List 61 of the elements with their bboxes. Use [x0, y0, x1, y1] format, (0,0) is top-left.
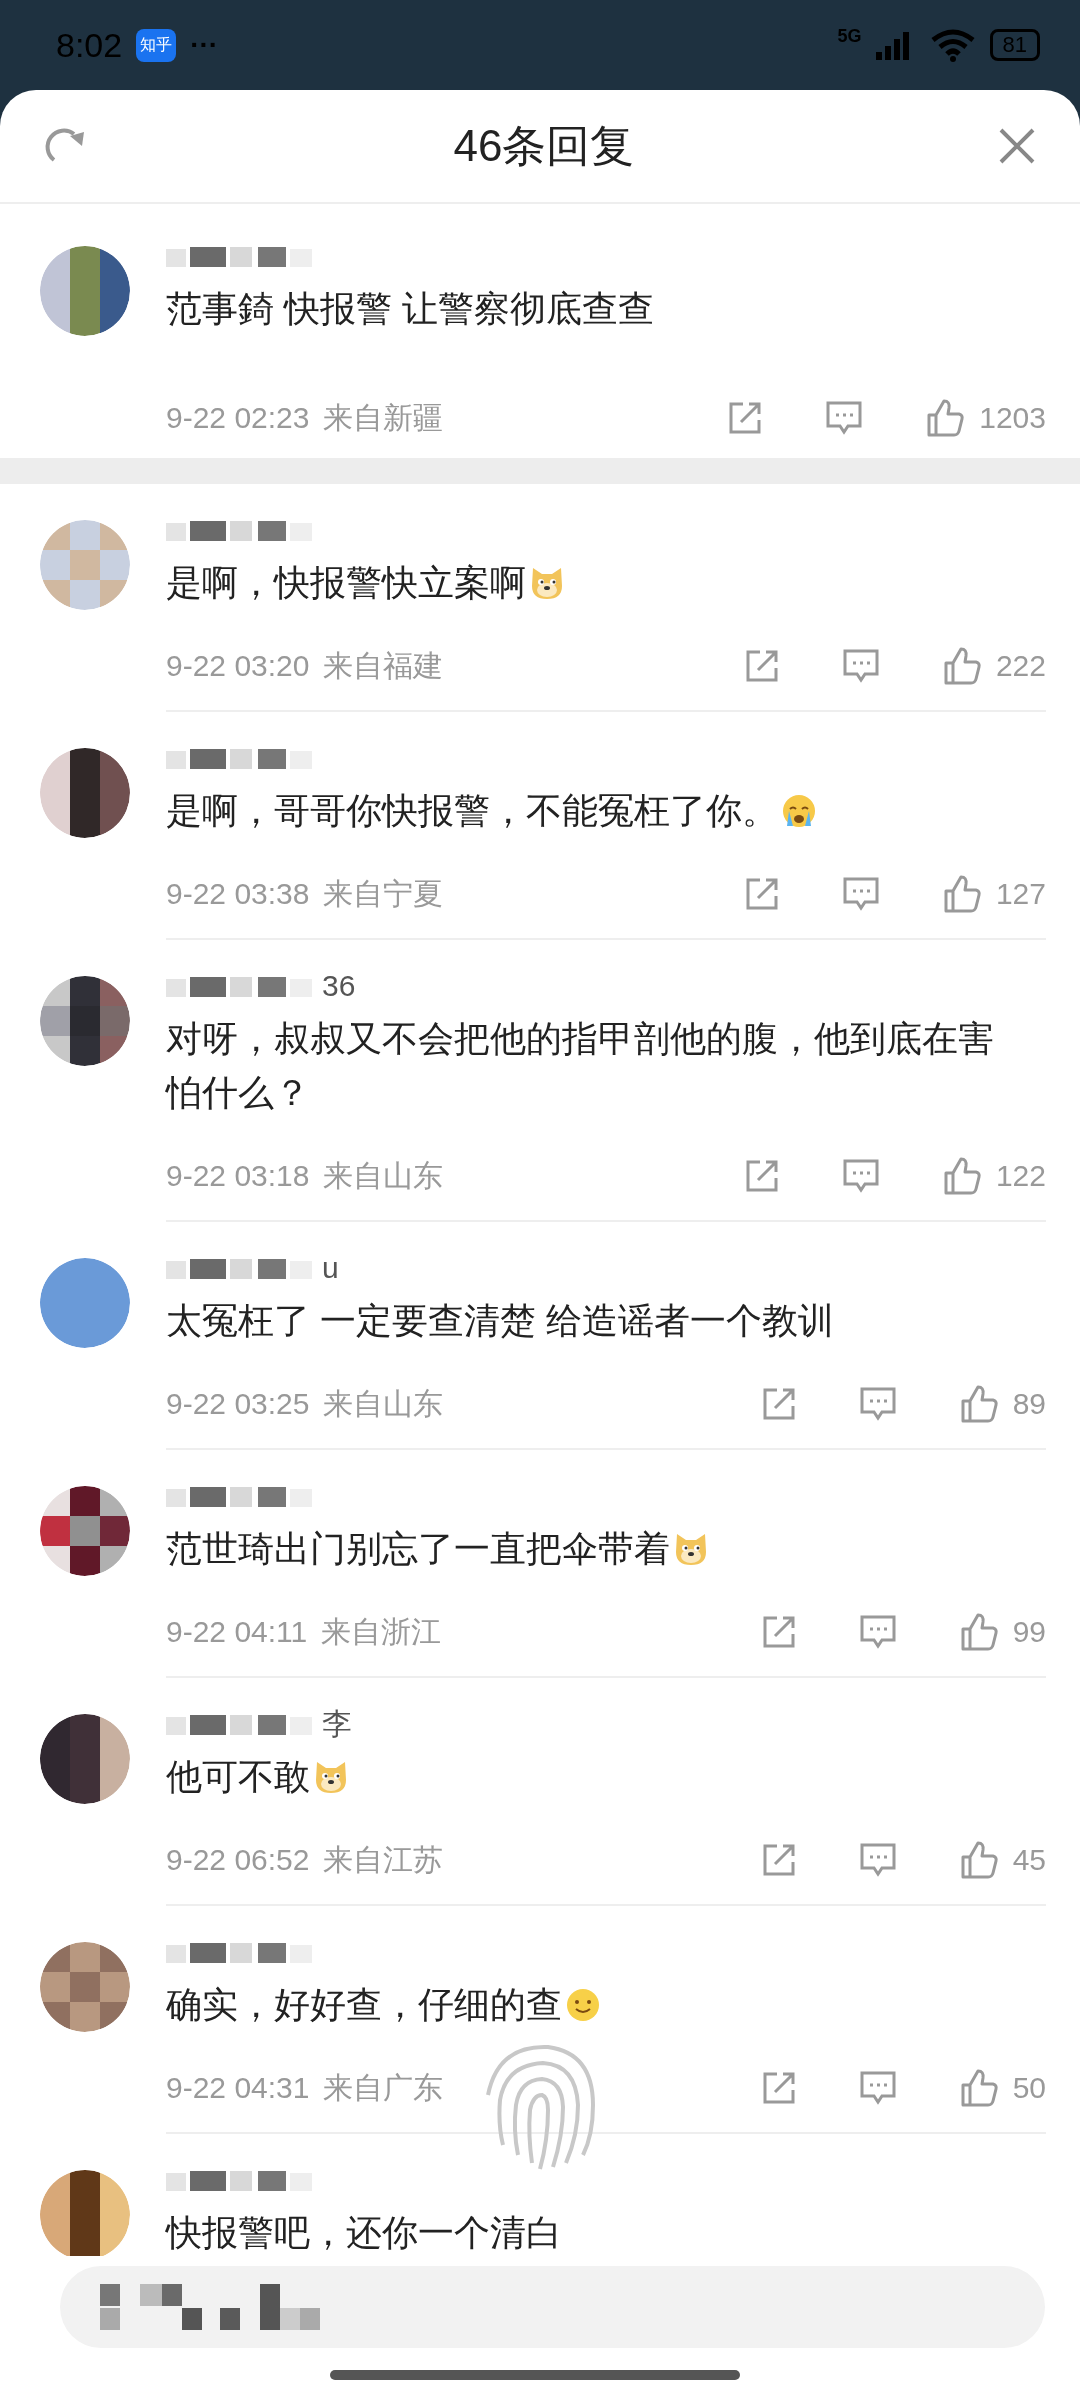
comment-time: 9-22 04:31	[166, 2071, 310, 2105]
reply-icon[interactable]	[858, 2070, 897, 2106]
crying-face-icon	[780, 792, 818, 830]
username[interactable]: 36	[322, 969, 356, 1003]
wifi-icon	[929, 28, 976, 62]
network-type: 5G	[837, 26, 862, 47]
like-button[interactable]: 222	[941, 646, 1046, 686]
comment-text: 确实，好好查，仔细的查	[166, 1983, 562, 2027]
comment-location: 来自宁夏	[323, 875, 444, 912]
reply-icon[interactable]	[841, 876, 880, 912]
comment-location: 来自福建	[323, 647, 444, 684]
comment-location: 来自广东	[323, 2069, 444, 2106]
reply-icon[interactable]	[825, 400, 864, 436]
smiley-face-icon	[564, 1986, 602, 2024]
reply-icon[interactable]	[841, 1158, 880, 1194]
like-button[interactable]: 89	[958, 1384, 1046, 1424]
comment-text: 他可不敢	[166, 1755, 310, 1799]
app-icon: 知乎	[136, 28, 177, 62]
avatar[interactable]	[40, 1714, 130, 1804]
share-icon[interactable]	[727, 400, 764, 436]
comment-location: 来自新疆	[323, 399, 444, 436]
sheet-title: 46条回复	[453, 119, 635, 172]
reply-icon[interactable]	[858, 1614, 897, 1650]
comment-time: 9-22 03:18	[166, 1159, 310, 1193]
comment-time: 9-22 06:52	[166, 1843, 310, 1877]
username[interactable]: u	[322, 1251, 339, 1285]
comment-text: 是啊，快报警快立案啊	[166, 561, 526, 605]
comment-location: 来自江苏	[323, 1841, 444, 1878]
battery-indicator: 81	[989, 29, 1040, 61]
comment-time: 9-22 04:11	[166, 1615, 308, 1649]
avatar[interactable]	[40, 976, 130, 1066]
like-button[interactable]: 122	[941, 1156, 1046, 1196]
avatar[interactable]	[40, 1486, 130, 1576]
close-icon[interactable]	[998, 127, 1036, 165]
like-button[interactable]: 99	[958, 1612, 1046, 1652]
like-button[interactable]: 1203	[925, 398, 1046, 438]
like-button[interactable]: 50	[958, 2068, 1046, 2108]
comment-text: 快报警吧，还你一个清白	[166, 2211, 562, 2255]
comment-text: 范事錡 快报警 让警察彻底查查	[166, 287, 654, 331]
reply-icon[interactable]	[858, 1386, 897, 1422]
thumbs-up-icon	[925, 398, 966, 438]
comment-text: 太冤枉了 一定要查清楚 给造谣者一个教训	[166, 1299, 834, 1343]
like-button[interactable]: 127	[941, 874, 1046, 914]
comment-location: 来自浙江	[321, 1613, 442, 1650]
comment-time: 9-22 03:25	[166, 1387, 310, 1421]
comment-text: 对呀，叔叔又不会把他的指甲剖他的腹，他到底在害怕什么？	[166, 1017, 995, 1115]
comment-text: 是啊，哥哥你快报警，不能冤枉了你。	[166, 789, 778, 833]
reply-icon[interactable]	[858, 1842, 897, 1878]
more-notifications: ···	[190, 29, 219, 61]
clock: 8:02	[56, 25, 123, 65]
comment-text: 范世琦出门别忘了一直把伞带着	[166, 1527, 670, 1571]
like-button[interactable]: 45	[958, 1840, 1046, 1880]
reply-icon[interactable]	[841, 648, 880, 684]
comment-time: 9-22 03:38	[166, 877, 310, 911]
avatar[interactable]	[40, 748, 130, 838]
comment-time: 9-22 03:20	[166, 649, 310, 683]
comment-location: 来自山东	[323, 1385, 444, 1422]
comment-location: 来自山东	[323, 1157, 444, 1194]
avatar[interactable]	[40, 246, 130, 336]
comment-time: 9-22 02:23	[166, 401, 310, 435]
username[interactable]: 李	[322, 1703, 352, 1745]
